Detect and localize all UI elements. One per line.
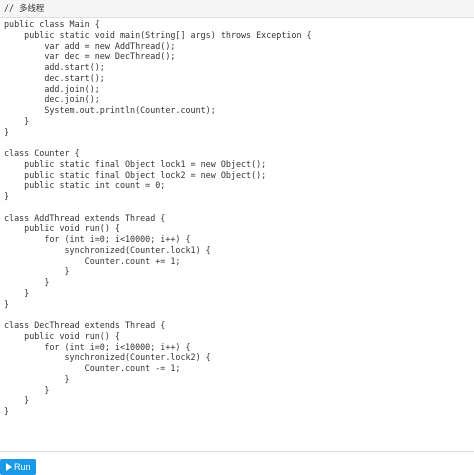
code-line: public void run() { [4,223,120,234]
code-line: } [4,191,10,201]
code-line: Counter.count -= 1; [4,363,181,373]
code-line: add.join(); [4,83,100,94]
code-line: public static void main(String[] args) t… [4,29,312,40]
code-line: Counter.count += 1; [4,255,181,266]
code-editor[interactable]: // 多线程 public class Main { public static… [0,0,474,452]
code-line: var dec = new DecThread(); [4,51,176,62]
run-button-label: Run [14,462,31,472]
code-line: } [4,277,50,287]
code-line: for (int i=0; i<10000; i++) { [4,234,191,244]
code-line: var add = new AddThread(); [4,40,176,51]
code-line: public class Main { [4,19,100,29]
code-line: public static final Object lock1 = new O… [4,158,267,169]
code-line: } [4,406,10,416]
code-line: public static int count = 0; [4,180,166,191]
code-line: } [4,115,30,126]
run-button[interactable]: Run [0,459,36,475]
code-line: class DecThread extends Thread { [4,320,166,330]
code-area[interactable]: public class Main { public static void m… [0,18,474,417]
code-line: System.out.println(Counter.count); [4,105,216,115]
code-comment-header: // 多线程 [0,0,474,18]
code-line: } [4,384,50,395]
code-line: } [4,298,10,309]
code-line: } [4,266,70,277]
code-line: } [4,126,10,137]
play-icon [6,463,12,471]
code-line: } [4,395,30,406]
code-line: } [4,373,70,384]
code-line: dec.join(); [4,94,100,105]
code-line: public static final Object lock2 = new O… [4,169,267,180]
code-line: class Counter { [4,148,80,158]
code-line: add.start(); [4,62,105,72]
code-line: synchronized(Counter.lock1) { [4,244,211,255]
code-line: public void run() { [4,330,120,341]
code-line: class AddThread extends Thread { [4,212,166,223]
code-line: for (int i=0; i<10000; i++) { [4,341,191,352]
code-line: synchronized(Counter.lock2) { [4,352,211,363]
code-line: dec.start(); [4,72,105,83]
code-line: } [4,287,30,298]
